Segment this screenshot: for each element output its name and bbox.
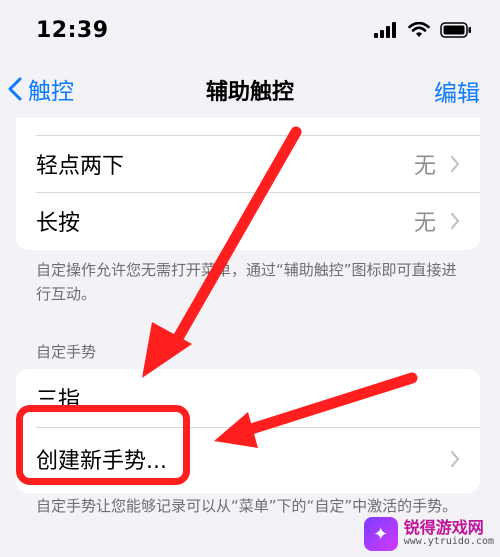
watermark-url: www.ytruido.com bbox=[403, 536, 494, 548]
arrow-down-left bbox=[142, 126, 302, 378]
arrow-left bbox=[214, 372, 418, 448]
watermark: ✦ 锐得游戏网 www.ytruido.com bbox=[363, 517, 494, 551]
annotation-arrows bbox=[142, 126, 418, 448]
watermark-name: 锐得游戏网 bbox=[403, 518, 484, 538]
watermark-logo-icon: ✦ bbox=[363, 517, 398, 551]
